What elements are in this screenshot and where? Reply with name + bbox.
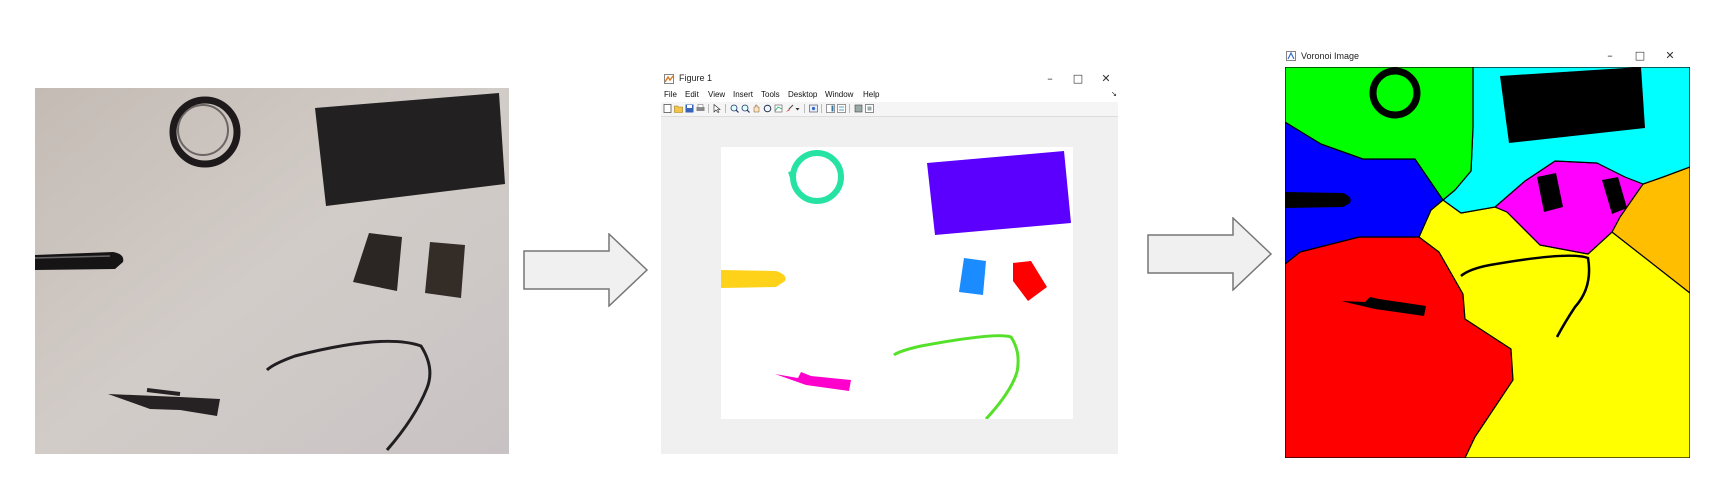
close-button[interactable]: ✕ <box>1098 71 1114 87</box>
brush-icon[interactable] <box>785 104 794 113</box>
figure-window: Figure 1 – □ ✕ File Edit View Insert Too… <box>661 69 1118 454</box>
toolbar-separator-2 <box>725 104 726 113</box>
link-plot-icon[interactable] <box>809 104 818 113</box>
segment-pen-cap <box>721 270 786 288</box>
hide-plot-tools-icon[interactable] <box>854 104 863 113</box>
figure-menubar: File Edit View Insert Tools Desktop Wind… <box>661 89 1118 102</box>
voronoi-close-button[interactable]: ✕ <box>1662 48 1678 64</box>
right-arrow-1 <box>523 233 649 307</box>
figure-title: Figure 1 <box>679 73 713 83</box>
menu-tools[interactable]: Tools <box>761 90 780 99</box>
menu-edit[interactable]: Edit <box>685 90 699 99</box>
segment-rectangle <box>927 151 1071 235</box>
voronoi-titlebar[interactable]: Voronoi Image – □ ✕ <box>1283 46 1692 67</box>
menu-file[interactable]: File <box>664 90 677 99</box>
rotate-3d-icon[interactable] <box>763 104 772 113</box>
segment-ring-notch <box>788 170 796 178</box>
toolbar-separator-3 <box>804 104 805 113</box>
new-figure-icon[interactable] <box>663 104 672 113</box>
menu-help[interactable]: Help <box>863 90 879 99</box>
segment-pen-clip <box>775 372 851 391</box>
voronoi-maximize-button[interactable]: □ <box>1632 48 1648 64</box>
save-icon[interactable] <box>685 104 694 113</box>
voronoi-image <box>1285 67 1690 458</box>
toolbar-separator-4 <box>821 104 822 113</box>
voronoi-minimize-button[interactable]: – <box>1602 48 1618 64</box>
menu-view[interactable]: View <box>708 90 725 99</box>
pan-hand-icon[interactable] <box>752 104 761 113</box>
segment-sd-card-right <box>1013 261 1047 301</box>
photo-pen-cap <box>35 252 124 270</box>
segment-wire <box>893 334 1020 419</box>
zoom-in-icon[interactable] <box>730 104 739 113</box>
menu-desktop[interactable]: Desktop <box>788 90 817 99</box>
matlab-icon <box>664 74 674 84</box>
segment-ring <box>790 150 844 204</box>
photo-sd-card-right <box>425 242 465 298</box>
data-cursor-icon[interactable] <box>774 104 783 113</box>
voronoi-window: Voronoi Image – □ ✕ <box>1283 46 1692 459</box>
legend-icon[interactable] <box>837 104 846 113</box>
menu-overflow-icon[interactable]: ↘ <box>1111 90 1117 98</box>
voronoi-pen-cap <box>1285 192 1351 208</box>
zoom-out-icon[interactable] <box>741 104 750 113</box>
figure-toolbar <box>661 102 1118 117</box>
segment-sd-card-left <box>959 258 986 295</box>
minimize-button[interactable]: – <box>1042 71 1058 87</box>
right-arrow-2 <box>1147 217 1273 291</box>
open-file-icon[interactable] <box>674 104 683 113</box>
segmented-image <box>721 147 1073 419</box>
show-plot-tools-icon[interactable] <box>865 104 874 113</box>
menu-window[interactable]: Window <box>825 90 853 99</box>
brush-dropdown-icon[interactable] <box>795 104 800 113</box>
select-cursor-icon[interactable] <box>713 104 722 113</box>
voronoi-title: Voronoi Image <box>1301 51 1360 61</box>
toolbar-separator-5 <box>849 104 850 113</box>
colorbar-icon[interactable] <box>826 104 835 113</box>
toolbar-separator-1 <box>708 104 709 113</box>
original-photo <box>35 88 509 454</box>
maximize-button[interactable]: □ <box>1070 71 1086 87</box>
figure-titlebar[interactable]: Figure 1 – □ ✕ <box>661 69 1118 89</box>
menu-insert[interactable]: Insert <box>733 90 753 99</box>
print-icon[interactable] <box>696 104 705 113</box>
java-app-icon <box>1286 51 1296 61</box>
